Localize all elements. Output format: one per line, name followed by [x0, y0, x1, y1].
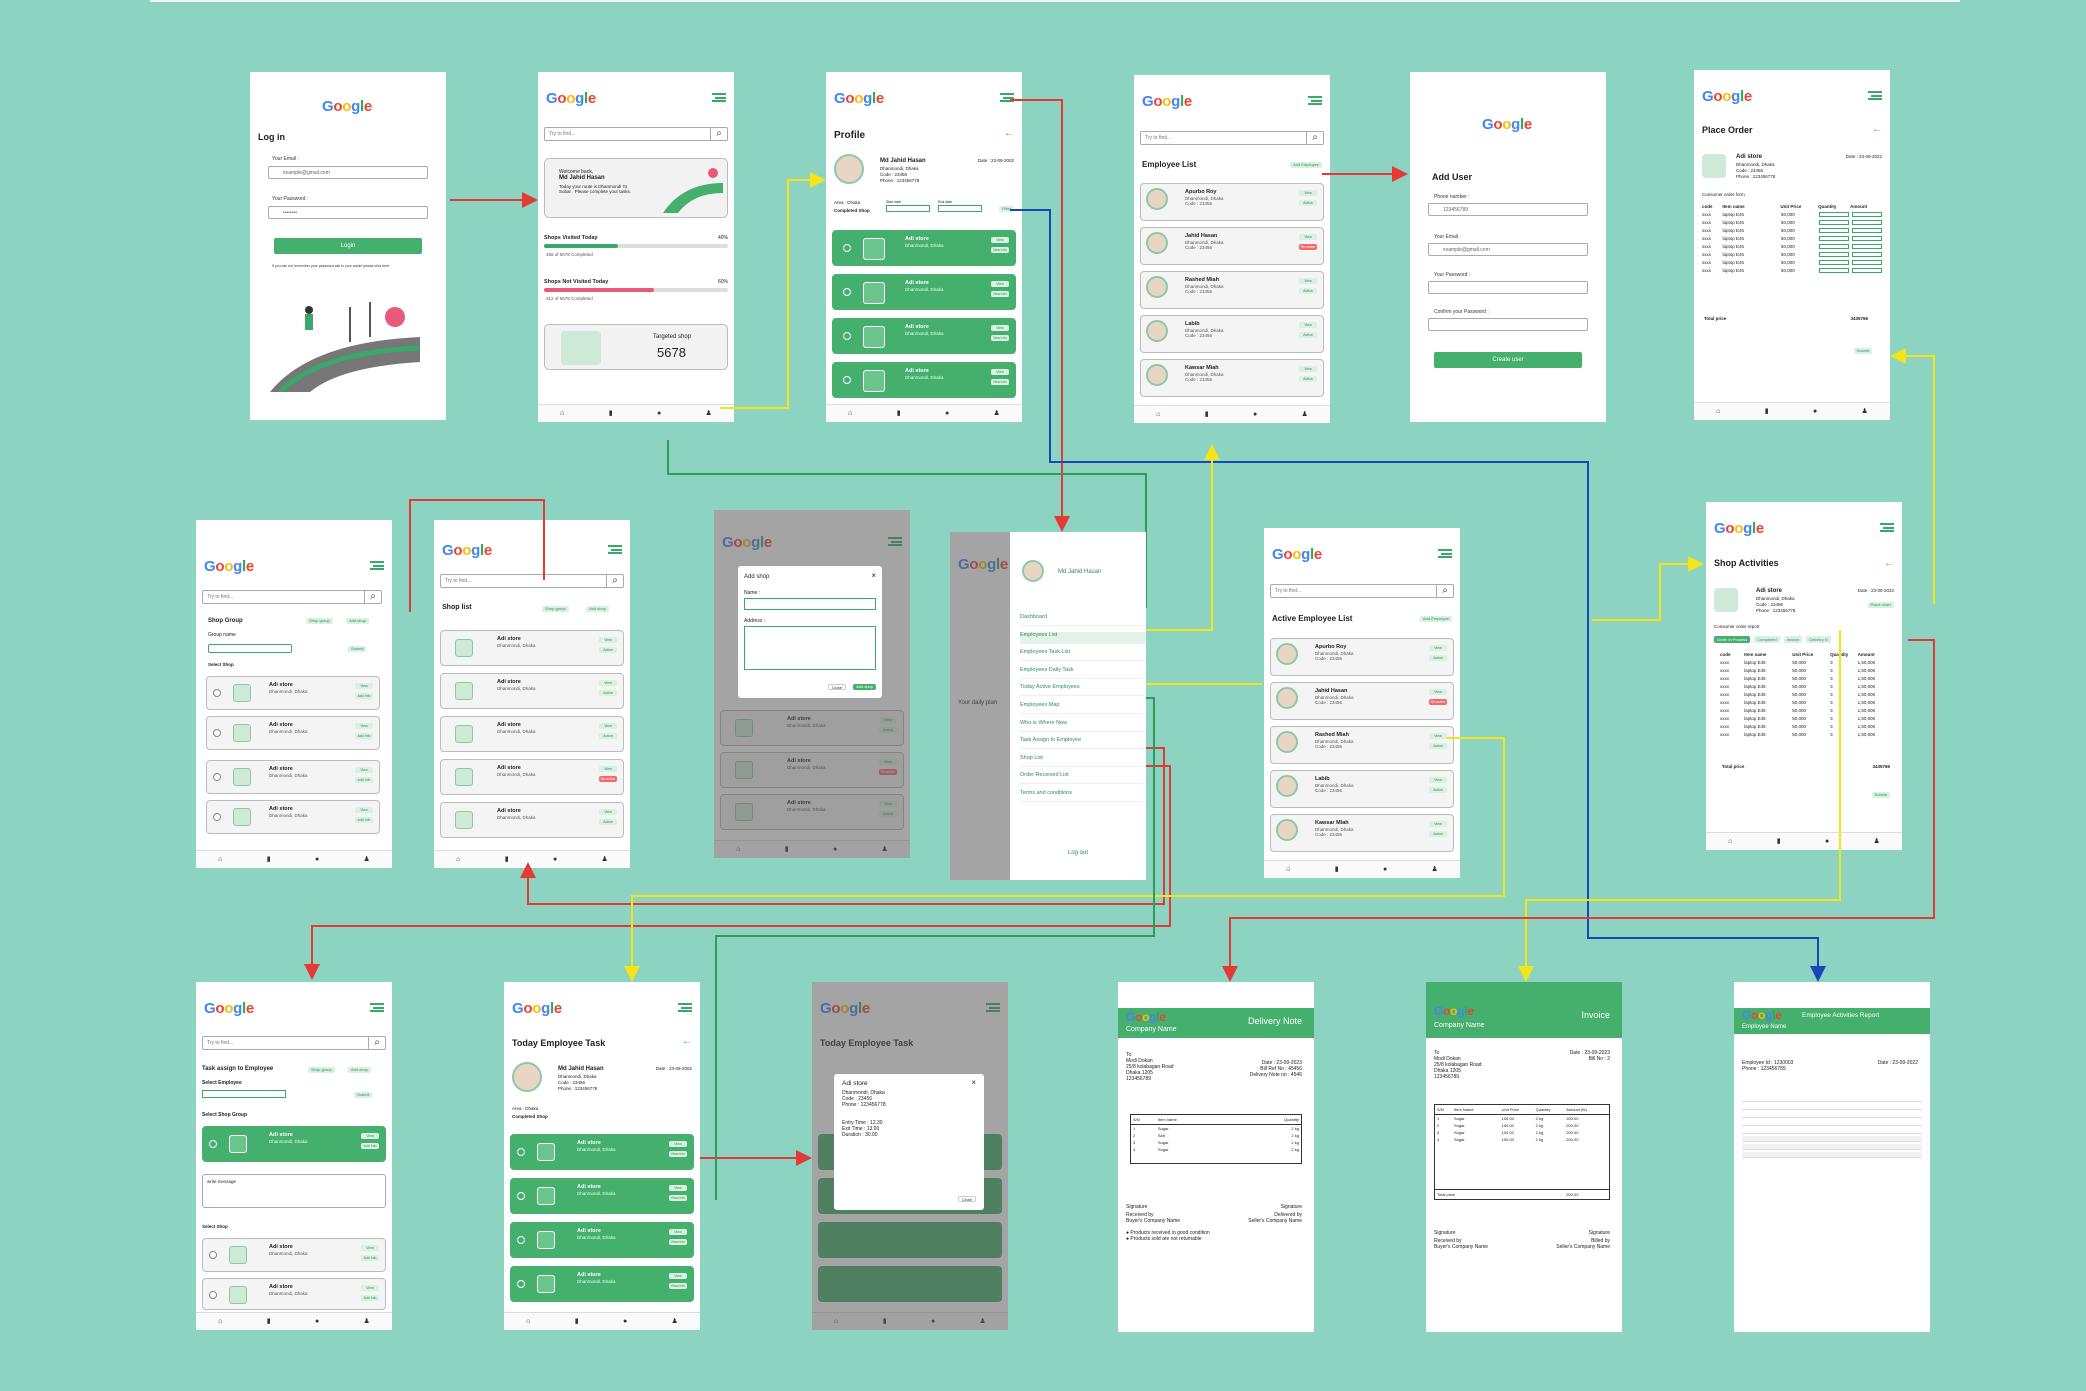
drawer-item[interactable]: Dashboard	[1020, 614, 1146, 626]
shop-activities-to-invoice-connector	[1518, 630, 1841, 982]
flow-canvas: Google Log in Your Email : example@gmail…	[0, 0, 2086, 1391]
close-button[interactable]: Close	[957, 1196, 976, 1202]
shop-list-to-group-connector	[409, 499, 545, 612]
popup-phone: Phone : 123456778	[842, 1102, 886, 1108]
drawer-item[interactable]: Terms and conditions	[1020, 790, 1146, 802]
address-label: Address :	[744, 618, 766, 624]
close-button[interactable]: Close	[827, 684, 846, 690]
active-to-shop-activities-connector	[1592, 556, 1704, 621]
add-shop-submit[interactable]: Add shop	[853, 684, 876, 690]
add-shop-modal: Add shop × Name : Address : Close Add sh…	[738, 566, 882, 698]
drawer-item[interactable]: Employees Map	[1020, 702, 1146, 714]
drawer-user: Md Jahid Hasan	[1058, 569, 1102, 575]
task-detail-modal: Adi store × Dhanmondi, Dhaka Code : 2345…	[834, 1074, 984, 1210]
drawer-item[interactable]: Employees Daily Task	[1020, 667, 1146, 679]
drawer-item[interactable]: Order Received List	[1020, 772, 1146, 785]
name-input[interactable]	[744, 598, 876, 610]
close-icon[interactable]: ×	[871, 571, 876, 580]
popup-store-name: Adi store	[842, 1080, 868, 1087]
drawer-to-employee-list-connector	[1146, 444, 1220, 631]
shop-activities-to-delivery-connector	[1222, 639, 1935, 982]
drawer-item[interactable]: Today Active Employees	[1020, 684, 1146, 697]
logout-button[interactable]: Log out	[1010, 850, 1146, 856]
close-icon[interactable]: ×	[971, 1078, 976, 1087]
drawer-item[interactable]: Who is Where Now	[1020, 720, 1146, 732]
drawer-item[interactable]: Shop List	[1020, 755, 1146, 767]
drawer-item[interactable]: Task Assign to Employee	[1020, 737, 1146, 750]
shop-activities-to-place-order-connector	[1890, 348, 1935, 604]
drawer-item[interactable]: Employees List	[1020, 631, 1146, 644]
side-drawer: Md Jahid Hasan Dashboard Employees List Em…	[1010, 532, 1146, 880]
avatar	[1022, 560, 1044, 582]
profile-to-drawer-connector	[1010, 99, 1070, 532]
address-input[interactable]	[744, 626, 876, 670]
home-to-profile-connector	[720, 172, 826, 409]
drawer-item[interactable]: Employees Task List	[1020, 649, 1146, 662]
name-label: Name :	[744, 590, 761, 596]
duration: Duration : 30.00	[842, 1132, 878, 1138]
modal-title: Add shop	[744, 574, 770, 580]
